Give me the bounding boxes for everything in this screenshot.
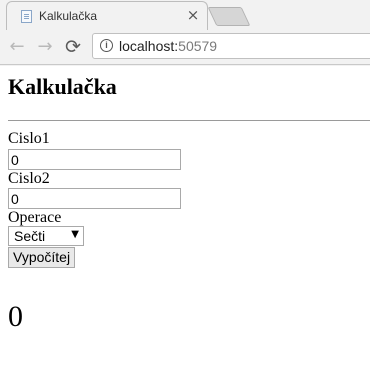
back-arrow-icon[interactable]: ← [6,36,28,58]
page-favicon-icon [21,10,32,23]
cislo1-label: Cislo1 [8,130,50,147]
forward-arrow-icon[interactable]: → [34,36,56,58]
page-content: Kalkulačka Cislo1 Cislo2 Operace Sečti ▼… [0,66,370,384]
operace-label: Operace [8,209,62,226]
tab-kalkulacka[interactable]: Kalkulačka × [6,1,208,30]
tab-title: Kalkulačka [39,9,98,23]
url-host: localhost: [119,38,179,54]
cislo2-label: Cislo2 [8,170,50,187]
new-tab-button[interactable] [207,7,251,26]
operation-selected-value: Sečti [14,228,46,244]
cislo1-input[interactable] [8,149,181,170]
url-text[interactable]: localhost:50579 [119,38,217,54]
reload-icon[interactable]: ⟳ [62,36,84,58]
tab-bar: Kalkulačka × [0,0,370,30]
result-value: 0 [8,300,23,333]
browser-toolbar: ← → ⟳ i localhost:50579 [0,30,370,65]
browser-chrome: Kalkulačka × ← → ⟳ i localhost:50579 [0,0,370,66]
url-port: 50579 [178,38,218,54]
dropdown-arrow-icon: ▼ [71,229,79,240]
page-title: Kalkulačka [8,74,117,99]
calculate-button[interactable]: Vypočítej [8,247,76,268]
tab-close-icon[interactable]: × [185,7,201,23]
operation-select[interactable]: Sečti ▼ [8,226,84,246]
info-icon[interactable]: i [100,39,113,52]
cislo2-input[interactable] [8,188,181,209]
horizontal-rule [8,120,370,121]
address-bar[interactable]: i localhost:50579 [92,33,370,59]
